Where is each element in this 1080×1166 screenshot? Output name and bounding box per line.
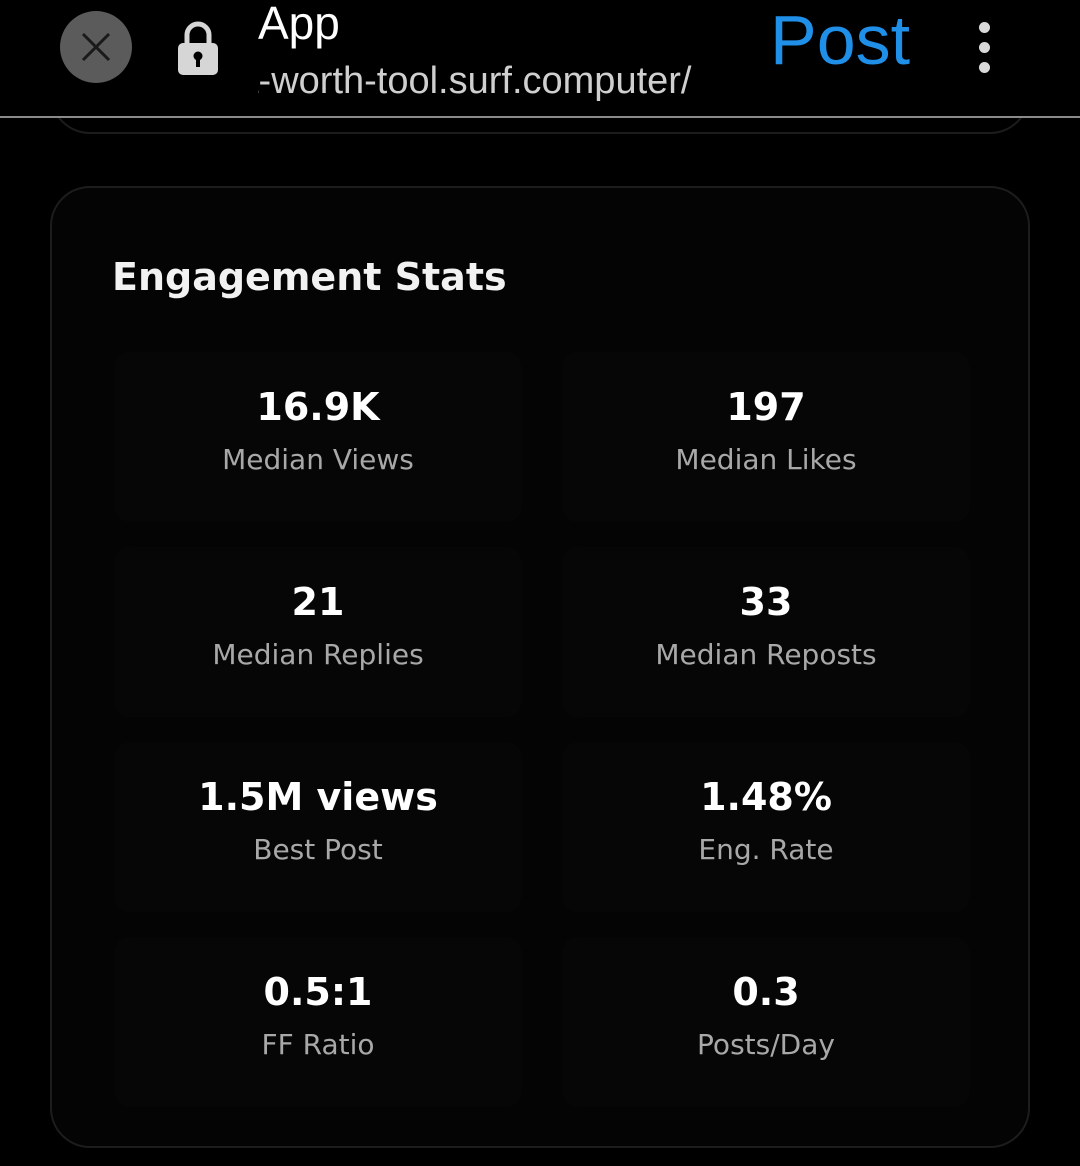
stat-label: FF Ratio [261,1028,375,1061]
stat-label: Median Replies [212,638,424,671]
stat-label: Median Views [222,443,414,476]
engagement-stats-card: Engagement Stats 16.9K Median Views 197 … [50,186,1030,1148]
stat-value: 0.5:1 [263,970,373,1014]
card-title: Engagement Stats [112,255,507,299]
browser-top-bar: App t-worth-tool.surf.computer/ Post [0,0,1080,118]
more-vertical-icon[interactable] [972,22,996,74]
stat-value: 1.5M views [198,775,438,819]
stat-label: Best Post [253,833,383,866]
stat-label: Eng. Rate [698,833,834,866]
stat-label: Median Reposts [655,638,877,671]
stat-value: 1.48% [700,775,832,819]
stat-median-replies: 21 Median Replies [114,547,522,717]
stat-ff-ratio: 0.5:1 FF Ratio [114,937,522,1107]
address-area[interactable]: App t-worth-tool.surf.computer/ [258,0,738,118]
lock-icon [178,21,218,75]
stat-value: 16.9K [256,385,380,429]
stat-label: Posts/Day [697,1028,835,1061]
stat-eng-rate: 1.48% Eng. Rate [562,742,970,912]
stat-value: 21 [291,580,345,624]
stat-median-reposts: 33 Median Reposts [562,547,970,717]
url-text: t-worth-tool.surf.computer/ [258,60,692,102]
stat-median-views: 16.9K Median Views [114,352,522,522]
close-button[interactable] [60,11,132,83]
stat-value: 0.3 [732,970,800,1014]
stat-value: 197 [726,385,806,429]
stat-posts-per-day: 0.3 Posts/Day [562,937,970,1107]
close-icon [81,32,111,62]
post-button[interactable]: Post [770,0,910,80]
stat-value: 33 [739,580,793,624]
stat-label: Median Likes [675,443,857,476]
stat-best-post: 1.5M views Best Post [114,742,522,912]
stat-median-likes: 197 Median Likes [562,352,970,522]
page-title: App [258,0,340,49]
